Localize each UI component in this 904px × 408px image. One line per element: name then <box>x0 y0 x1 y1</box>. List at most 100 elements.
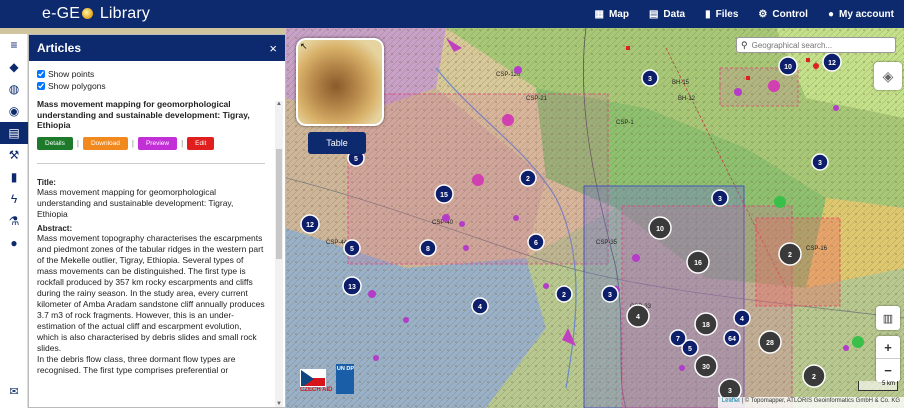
show-polygons-toggle[interactable]: Show polygons <box>37 81 265 91</box>
article-title[interactable]: Mass movement mapping for geomorphologic… <box>37 99 265 131</box>
cluster-grey: 18 <box>694 312 718 336</box>
articles-icon[interactable]: ▤ <box>0 122 28 144</box>
geo-search[interactable]: ⚲ <box>736 37 896 53</box>
svg-text:10: 10 <box>656 226 664 233</box>
cluster-blue: 8 <box>419 239 437 257</box>
separator: | <box>131 138 134 148</box>
nav-data-label: Data <box>663 8 686 20</box>
layers-toggle-icon[interactable]: ◈ <box>874 62 902 90</box>
svg-text:CSP-35: CSP-35 <box>596 240 618 246</box>
download-button[interactable]: Download <box>82 136 128 150</box>
cluster-blue: 13 <box>342 276 362 296</box>
svg-text:5: 5 <box>688 346 692 353</box>
search-input[interactable] <box>751 40 892 50</box>
svg-text:3: 3 <box>818 160 822 167</box>
svg-text:8: 8 <box>426 246 430 253</box>
leaflet-link[interactable]: Leaflet <box>722 398 740 404</box>
map-canvas[interactable]: CSP-120 CSP-21 CSP-35 CSP-40 CSP-16 CSP-… <box>286 28 904 408</box>
edit-button[interactable]: Edit <box>187 136 215 150</box>
svg-text:5: 5 <box>354 156 358 163</box>
cluster-blue: 2 <box>519 169 537 187</box>
expand-icon[interactable]: ↖ <box>300 41 308 52</box>
cluster-blue: 3 <box>711 189 729 207</box>
cluster-grey: 16 <box>686 250 710 274</box>
show-points-checkbox[interactable] <box>37 70 45 78</box>
book-icon[interactable]: ▮ <box>0 166 28 188</box>
svg-text:BH-15: BH-15 <box>672 80 690 86</box>
globe-icon[interactable]: ◍ <box>0 78 28 100</box>
cluster-blue: 10 <box>778 56 798 76</box>
svg-text:CSP-1: CSP-1 <box>616 120 634 126</box>
nav-data[interactable]: ▤ Data <box>649 9 685 20</box>
map-attribution: Leaflet | © Topomapper, ATLORIS Geoinfor… <box>717 397 904 408</box>
menu-icon[interactable]: ≡ <box>0 34 28 56</box>
svg-text:64: 64 <box>728 336 736 343</box>
abstract-label: Abstract: <box>37 223 73 233</box>
scale-bar: 5 km <box>858 381 898 391</box>
svg-text:3: 3 <box>718 196 722 203</box>
cluster-blue: 4 <box>471 297 489 315</box>
main-nav: ▦ Map ▤ Data ▮ Files ⚙ Control ● My account <box>575 0 894 28</box>
side-icon-rail: ≡ ◆ ◍ ◉ ▤ ⚒ ▮ ϟ ⚗ ● ✉ <box>0 34 28 408</box>
drop-icon[interactable]: ● <box>0 232 28 254</box>
table-button[interactable]: Table <box>308 132 366 154</box>
svg-text:CSP-21: CSP-21 <box>526 96 548 102</box>
undp-logo: UN DP <box>336 364 355 394</box>
cluster-blue: 4 <box>733 309 751 327</box>
cluster-blue: 3 <box>601 285 619 303</box>
cluster-blue: 3 <box>641 69 659 87</box>
nav-files[interactable]: ▮ Files <box>705 9 738 20</box>
layers-icon[interactable]: ◆ <box>0 56 28 78</box>
show-points-toggle[interactable]: Show points <box>37 69 265 79</box>
czech-flag-icon <box>300 369 326 387</box>
nav-map[interactable]: ▦ Map <box>595 9 629 20</box>
eye-icon[interactable]: ◉ <box>0 100 28 122</box>
svg-text:3: 3 <box>648 76 652 83</box>
svg-text:5: 5 <box>350 246 354 253</box>
articles-panel: Articles × Show points Show polygons Mas… <box>28 34 286 408</box>
minimap[interactable]: ↖ <box>296 38 384 126</box>
close-icon[interactable]: × <box>269 41 277 56</box>
scrollbar-thumb[interactable] <box>276 149 282 259</box>
cluster-blue: 12 <box>822 52 842 72</box>
preview-button[interactable]: Preview <box>137 136 178 150</box>
svg-text:16: 16 <box>694 260 702 267</box>
show-points-label: Show points <box>48 69 95 79</box>
zoom-in-button[interactable]: + <box>876 336 900 359</box>
zoom-out-button[interactable]: − <box>876 359 900 382</box>
cluster-blue: 2 <box>555 285 573 303</box>
svg-text:2: 2 <box>812 374 816 381</box>
title-value: Mass movement mapping for geomorphologic… <box>37 186 234 219</box>
bolt-icon[interactable]: ϟ <box>0 188 28 210</box>
cluster-grey: 28 <box>758 330 782 354</box>
cluster-grey: 30 <box>694 354 718 378</box>
map-icon: ▦ <box>594 8 604 20</box>
panel-scrollbar[interactable]: ▲ ▼ <box>275 101 283 407</box>
svg-text:4: 4 <box>478 304 482 311</box>
mail-icon[interactable]: ✉ <box>0 380 28 402</box>
account-icon: ● <box>827 8 834 20</box>
map-legend-icon[interactable]: ▥ <box>876 306 900 330</box>
nav-control-label: Control <box>772 8 808 20</box>
logo-text-left: e-GE <box>42 5 81 22</box>
panel-body: Show points Show polygons Mass movement … <box>29 61 273 407</box>
cluster-blue: 15 <box>434 184 454 204</box>
cluster-grey: 64 <box>723 329 741 347</box>
flask-icon[interactable]: ⚗ <box>0 210 28 232</box>
svg-text:2: 2 <box>562 292 566 299</box>
svg-text:7: 7 <box>676 336 680 343</box>
hammer-icon[interactable]: ⚒ <box>0 144 28 166</box>
svg-text:4: 4 <box>740 316 744 323</box>
nav-map-label: Map <box>608 8 629 20</box>
show-polygons-checkbox[interactable] <box>37 82 45 90</box>
nav-account[interactable]: ● My account <box>828 9 894 20</box>
app-logo[interactable]: e-GE Library <box>42 5 150 23</box>
separator: | <box>76 138 79 148</box>
nav-account-label: My account <box>838 8 894 20</box>
scroll-down-icon[interactable]: ▼ <box>275 401 283 407</box>
scroll-up-icon[interactable]: ▲ <box>275 101 283 107</box>
details-button[interactable]: Details <box>37 136 73 150</box>
separator: | <box>181 138 184 148</box>
sponsor-logos: CZECH AID UN DP <box>300 364 355 394</box>
nav-control[interactable]: ⚙ Control <box>758 9 808 20</box>
